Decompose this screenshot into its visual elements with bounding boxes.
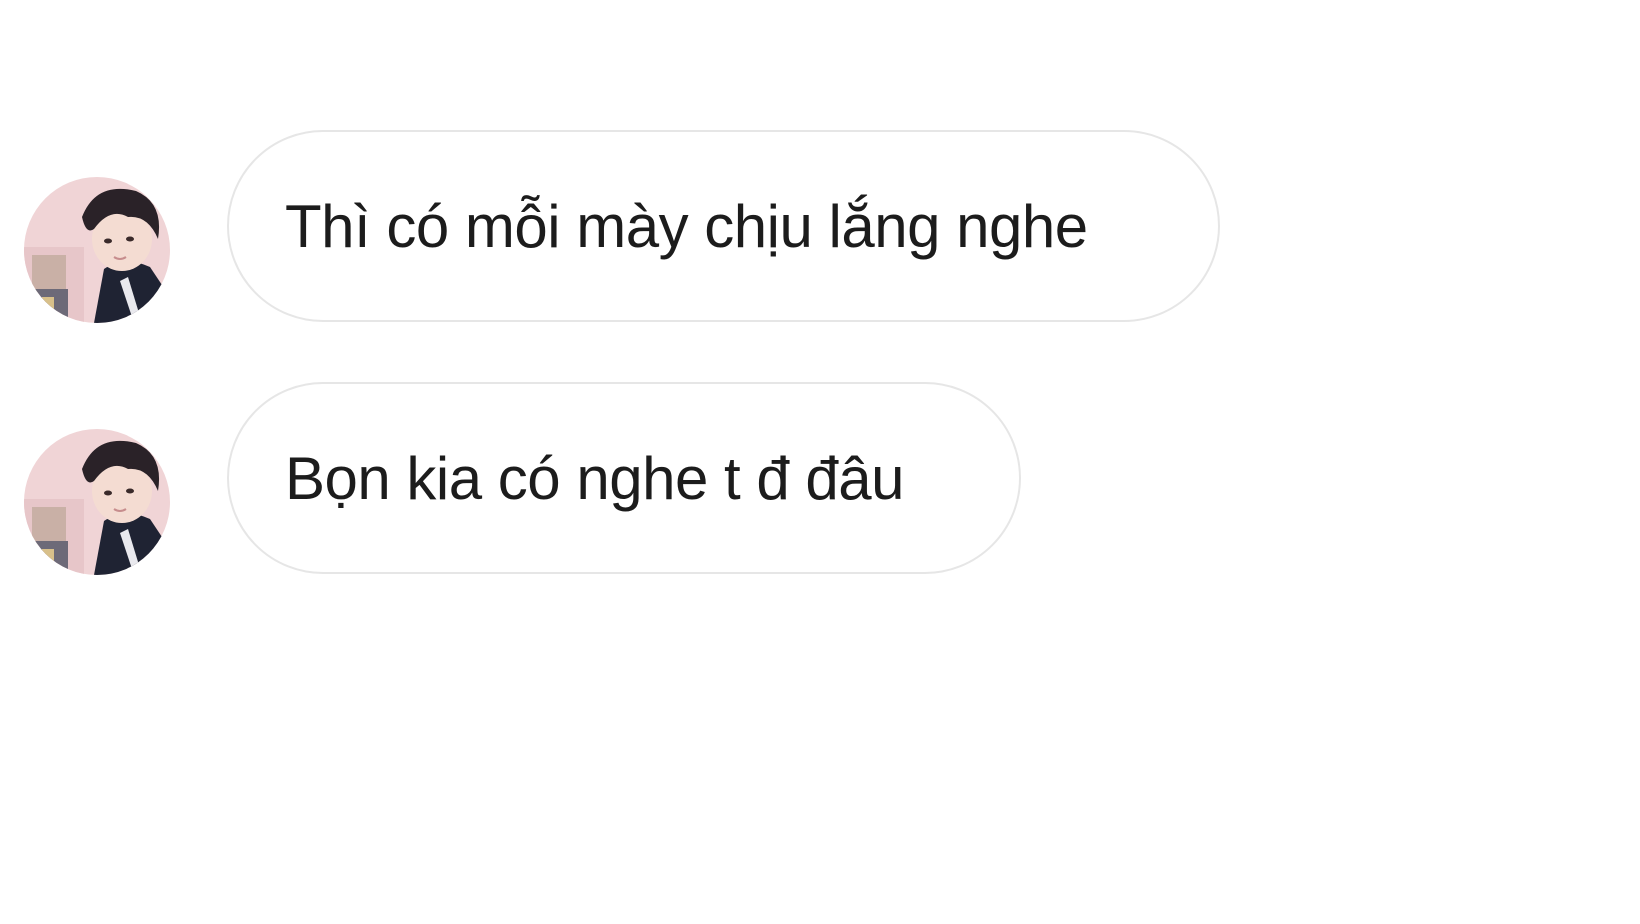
message-text: Bọn kia có nghe t đ đâu	[285, 444, 904, 512]
message-row: Bọn kia có nghe t đ đâu	[24, 381, 1021, 575]
user-avatar-icon[interactable]	[24, 429, 170, 575]
message-text: Thì có mỗi mày chịu lắng nghe	[285, 192, 1088, 260]
message-bubble[interactable]: Thì có mỗi mày chịu lắng nghe	[227, 130, 1220, 322]
message-row: Thì có mỗi mày chịu lắng nghe	[24, 129, 1220, 323]
message-bubble[interactable]: Bọn kia có nghe t đ đâu	[227, 382, 1021, 574]
user-avatar-icon[interactable]	[24, 177, 170, 323]
chat-thread: Thì có mỗi mày chịu lắng nghe Bọn kia có…	[0, 0, 1640, 924]
